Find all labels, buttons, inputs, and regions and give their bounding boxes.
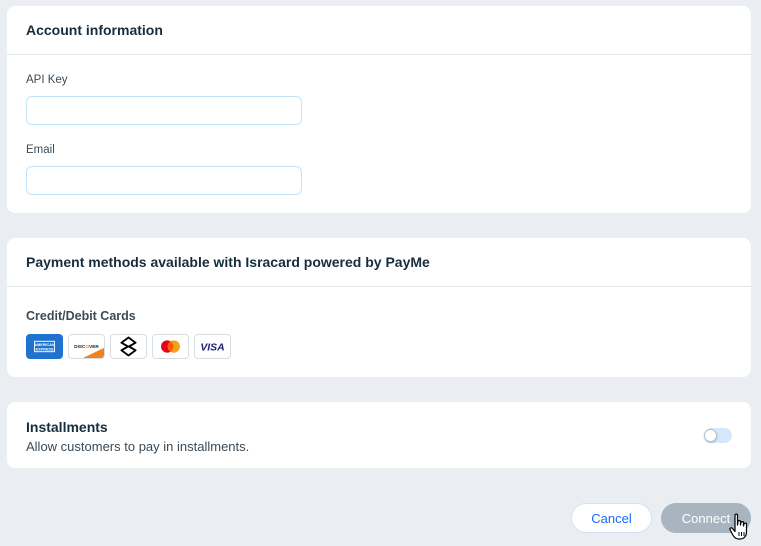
api-key-label: API Key [26, 74, 68, 86]
installments-card: Installments Allow customers to pay in i… [7, 402, 751, 468]
discover-icon: DISCOVER [68, 334, 105, 359]
mastercard-icon [152, 334, 189, 359]
payment-methods-list: AMERICAN EXPRESS DISCOVER VISA [26, 334, 231, 359]
api-key-input[interactable] [26, 96, 302, 125]
svg-text:VISA: VISA [200, 342, 224, 353]
installments-description: Allow customers to pay in installments. [26, 439, 250, 454]
svg-text:EXPRESS: EXPRESS [36, 347, 54, 351]
isracard-icon [110, 334, 147, 359]
installments-toggle[interactable] [704, 428, 732, 443]
email-label: Email [26, 144, 55, 156]
account-information-title: Account information [7, 6, 751, 55]
account-information-card: Account information API Key Email [7, 6, 751, 213]
payment-methods-card: Payment methods available with Isracard … [7, 238, 751, 377]
installments-title: Installments [26, 419, 108, 435]
email-input[interactable] [26, 166, 302, 195]
credit-debit-cards-label: Credit/Debit Cards [26, 309, 136, 323]
visa-icon: VISA [194, 334, 231, 359]
amex-icon: AMERICAN EXPRESS [26, 334, 63, 359]
svg-text:DISCOVER: DISCOVER [74, 344, 99, 350]
hand-cursor-icon [729, 513, 751, 546]
toggle-knob [704, 429, 717, 442]
cancel-button[interactable]: Cancel [571, 503, 652, 533]
payment-methods-title: Payment methods available with Isracard … [7, 238, 751, 287]
